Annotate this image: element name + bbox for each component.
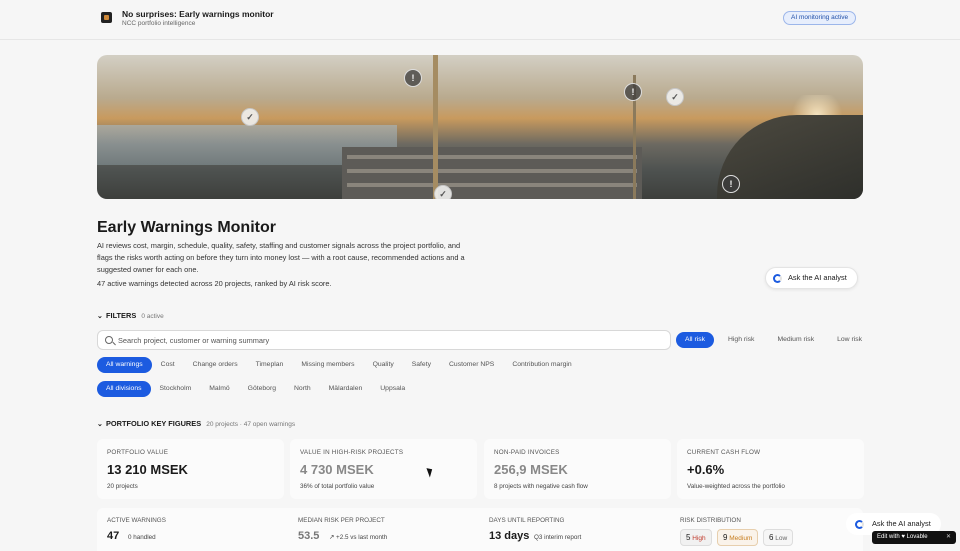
warning-marker-icon[interactable]: ! bbox=[722, 175, 740, 193]
app-title: No surprises: Early warnings monitor bbox=[122, 9, 274, 19]
type-filter-timeplan[interactable]: Timeplan bbox=[247, 357, 293, 373]
risk-chip-low[interactable]: 6 Low bbox=[763, 529, 794, 546]
division-filter-stockholm[interactable]: Stockholm bbox=[151, 381, 201, 397]
risk-filter-high[interactable]: High risk bbox=[719, 332, 763, 348]
kpi-card-non-paid-invoices: NON-PAID INVOICES 256,9 MSEK 8 projects … bbox=[484, 439, 671, 499]
kpi-value: 13 210 MSEK bbox=[107, 462, 188, 477]
close-icon[interactable]: ✕ bbox=[946, 531, 951, 544]
risk-distribution-label: RISK DISTRIBUTION bbox=[680, 517, 741, 524]
chevron-down-icon: ⌄ bbox=[97, 313, 103, 320]
key-figures-subtitle: 20 projects · 47 open warnings bbox=[206, 421, 296, 428]
search-input[interactable] bbox=[118, 334, 658, 347]
risk-filter-low[interactable]: Low risk bbox=[828, 332, 871, 348]
division-filter-malardalen[interactable]: Mälardalen bbox=[320, 381, 372, 397]
kpi-note: 20 projects bbox=[107, 483, 138, 490]
active-warnings-value: 47 bbox=[107, 530, 120, 542]
ask-ai-analyst-button[interactable]: Ask the AI analyst bbox=[765, 267, 858, 289]
median-risk-value: 53.5 bbox=[298, 530, 320, 542]
app-subtitle: NCC portfolio intelligence bbox=[122, 20, 196, 27]
kpi-note: 8 projects with negative cash flow bbox=[494, 483, 588, 490]
hero-image: ✓ ! ! ✓ ✓ ! bbox=[97, 55, 863, 199]
division-filter-north[interactable]: North bbox=[285, 381, 320, 397]
reporting-event: Q3 interim report bbox=[534, 534, 582, 541]
risk-filter-all[interactable]: All risk bbox=[676, 332, 715, 348]
type-filter-safety[interactable]: Safety bbox=[403, 357, 440, 373]
app-logo bbox=[101, 12, 112, 23]
kpi-card-portfolio-value: PORTFOLIO VALUE 13 210 MSEK 20 projects bbox=[97, 439, 284, 499]
kpi-value: +0.6% bbox=[687, 462, 725, 477]
division-filter-goteborg[interactable]: Göteborg bbox=[239, 381, 285, 397]
type-filter-change-orders[interactable]: Change orders bbox=[184, 357, 247, 373]
kpi-value: 4 730 MSEK bbox=[300, 462, 374, 477]
kpi-note: Value-weighted across the portfolio bbox=[687, 483, 785, 490]
type-filter-customer-nps[interactable]: Customer NPS bbox=[440, 357, 503, 373]
kpi-label: CURRENT CASH FLOW bbox=[687, 449, 761, 456]
handled-count: 0 handled bbox=[128, 534, 156, 541]
type-filter-contribution-margin[interactable]: Contribution margin bbox=[503, 357, 580, 373]
days-until-reporting-value: 13 days bbox=[489, 530, 530, 542]
active-warnings-label: ACTIVE WARNINGS bbox=[107, 517, 166, 524]
risk-chip-medium[interactable]: 9 Medium bbox=[717, 529, 759, 546]
kpi-note: 36% of total portfolio value bbox=[300, 483, 375, 490]
page-title: Early Warnings Monitor bbox=[97, 219, 276, 236]
page-description: AI reviews cost, margin, schedule, quali… bbox=[97, 241, 465, 275]
chevron-down-icon: ⌄ bbox=[97, 421, 103, 428]
kpi-label: PORTFOLIO VALUE bbox=[107, 449, 169, 456]
type-filter-cost[interactable]: Cost bbox=[152, 357, 184, 373]
type-filter-quality[interactable]: Quality bbox=[364, 357, 403, 373]
type-filter-missing-members[interactable]: Missing members bbox=[292, 357, 363, 373]
kpi-value: 256,9 MSEK bbox=[494, 462, 568, 477]
top-bar: No surprises: Early warnings monitor NCC… bbox=[0, 0, 960, 40]
warnings-summary: 47 active warnings detected across 20 pr… bbox=[97, 279, 332, 288]
risk-filter-medium[interactable]: Medium risk bbox=[768, 332, 823, 348]
type-filter-all[interactable]: All warnings bbox=[97, 357, 152, 373]
active-filters-count: 0 active bbox=[141, 313, 164, 320]
warning-type-filter: All warnings Cost Change orders Timeplan… bbox=[97, 357, 581, 373]
kpi-label: VALUE IN HIGH-RISK PROJECTS bbox=[300, 449, 404, 456]
ai-spinner-icon bbox=[773, 274, 782, 283]
crane-illustration bbox=[433, 55, 438, 199]
search-icon bbox=[105, 336, 113, 344]
risk-level-filter: All risk High risk Medium risk Low risk bbox=[676, 332, 871, 348]
kpi-label: NON-PAID INVOICES bbox=[494, 449, 560, 456]
check-marker-icon[interactable]: ✓ bbox=[666, 88, 684, 106]
check-marker-icon[interactable]: ✓ bbox=[241, 108, 259, 126]
median-risk-trend: ↗ +2.5 vs last month bbox=[329, 534, 388, 541]
ai-status-badge: AI monitoring active bbox=[783, 11, 857, 25]
kpi-card-high-risk-value: VALUE IN HIGH-RISK PROJECTS 4 730 MSEK 3… bbox=[290, 439, 477, 499]
ai-spinner-icon bbox=[855, 520, 864, 529]
division-filter-all[interactable]: All divisions bbox=[97, 381, 151, 397]
key-figures-toggle[interactable]: ⌄ PORTFOLIO KEY FIGURES 20 projects · 47 … bbox=[97, 419, 295, 428]
days-until-reporting-label: DAYS UNTIL REPORTING bbox=[489, 517, 565, 524]
warning-marker-icon[interactable]: ! bbox=[624, 83, 642, 101]
edit-with-lovable-badge[interactable]: Edit with ♥ Lovable ✕ bbox=[872, 531, 956, 544]
check-marker-icon[interactable]: ✓ bbox=[434, 185, 452, 199]
division-filter-malmo[interactable]: Malmö bbox=[200, 381, 238, 397]
division-filter: All divisions Stockholm Malmö Göteborg N… bbox=[97, 381, 414, 397]
search-field[interactable] bbox=[97, 330, 671, 350]
median-risk-label: MEDIAN RISK PER PROJECT bbox=[298, 517, 385, 524]
kpi-card-cash-flow: CURRENT CASH FLOW +0.6% Value-weighted a… bbox=[677, 439, 864, 499]
division-filter-uppsala[interactable]: Uppsala bbox=[371, 381, 414, 397]
warning-marker-icon[interactable]: ! bbox=[404, 69, 422, 87]
filters-toggle[interactable]: ⌄ FILTERS 0 active bbox=[97, 311, 164, 320]
risk-chip-high[interactable]: 5 High bbox=[680, 529, 712, 546]
warning-stats-panel: ACTIVE WARNINGS 47 0 handled MEDIAN RISK… bbox=[97, 508, 863, 551]
